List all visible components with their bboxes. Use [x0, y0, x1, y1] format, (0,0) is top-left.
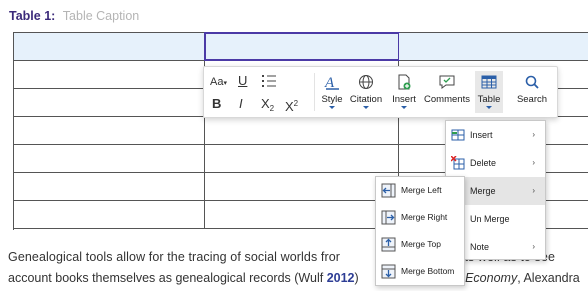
search-tool-button[interactable]: Search	[516, 73, 548, 105]
table-tool-button[interactable]: Table	[475, 71, 503, 113]
superscript-button[interactable]: X2	[285, 96, 298, 115]
list-icon[interactable]	[261, 73, 277, 93]
merge-right-icon	[381, 210, 396, 225]
merge-top-item[interactable]: Merge Top	[376, 231, 464, 258]
merge-top-icon	[381, 237, 396, 252]
table-row	[14, 32, 588, 61]
caption-placeholder[interactable]: Table Caption	[63, 9, 139, 23]
table-cell[interactable]	[14, 33, 205, 60]
table-cell[interactable]	[14, 117, 205, 144]
caption-label: Table 1:	[9, 9, 56, 23]
style-tool-button[interactable]: A Style	[321, 73, 343, 109]
citation-link[interactable]: 2012	[327, 271, 355, 285]
table-cell[interactable]	[205, 201, 399, 228]
comment-icon	[439, 75, 455, 89]
table-cell[interactable]	[205, 145, 399, 172]
body-text-left: account books themselves as genealogical…	[8, 271, 327, 285]
table-cell[interactable]	[399, 33, 588, 60]
merge-right-item[interactable]: Merge Right	[376, 204, 464, 231]
toolbar-divider	[314, 73, 315, 111]
underline-button[interactable]: U	[238, 73, 247, 89]
table-cell-selected[interactable]	[204, 32, 400, 61]
merge-left-icon	[381, 183, 396, 198]
table-cell[interactable]	[205, 173, 399, 200]
body-text-right: , Alexandra	[517, 271, 580, 285]
search-icon	[525, 75, 539, 89]
italic-button[interactable]: I	[239, 96, 243, 112]
style-icon: A	[324, 75, 339, 91]
table-insert-icon	[451, 129, 465, 141]
globe-icon	[359, 75, 373, 89]
merge-bottom-item[interactable]: Merge Bottom	[376, 258, 464, 285]
table-cell[interactable]	[14, 173, 205, 200]
insert-doc-icon	[398, 74, 411, 90]
subscript-button[interactable]: X2	[261, 96, 274, 117]
citation-tool-button[interactable]: Citation	[349, 73, 383, 109]
body-paragraph-line: account books themselves as genealogical…	[8, 271, 580, 285]
comments-tool-button[interactable]: Comments	[423, 73, 471, 105]
body-text-left: Genealogical tools allow for the tracing…	[8, 250, 341, 264]
merge-left-item[interactable]: Merge Left	[376, 177, 464, 204]
citation-close: )	[354, 271, 359, 285]
table-cell[interactable]	[205, 117, 399, 144]
table-menu-insert[interactable]: Insert ›	[446, 121, 545, 149]
table-menu-delete[interactable]: Delete ›	[446, 149, 545, 177]
table-cell[interactable]	[14, 89, 205, 116]
table-cell[interactable]	[14, 201, 205, 228]
bold-button[interactable]: B	[212, 96, 221, 112]
table-icon	[481, 75, 497, 89]
table-cell[interactable]	[14, 61, 205, 88]
table-cell[interactable]	[14, 145, 205, 172]
merge-submenu: Merge Left Merge Right Merge Top Merge B…	[375, 176, 465, 286]
merge-bottom-icon	[381, 264, 396, 279]
editor-toolbar: Aa▾ U B I X2 X2 A Style Citation Insert …	[203, 66, 558, 118]
font-size-button[interactable]: Aa▾	[210, 74, 227, 92]
table-caption[interactable]: Table 1: Table Caption	[9, 9, 139, 23]
insert-tool-button[interactable]: Insert	[392, 73, 416, 109]
table-delete-icon	[451, 156, 465, 170]
